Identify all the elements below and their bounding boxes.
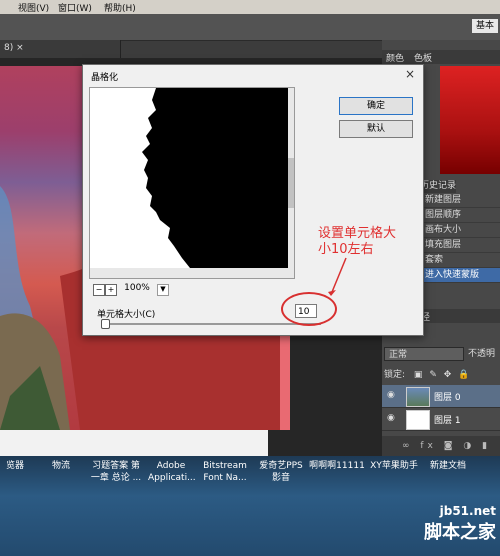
- annotation-text: 设置单元格大小10左右: [318, 226, 397, 257]
- taskbar-item[interactable]: XY苹果助手: [368, 460, 420, 472]
- crystallize-dialog: 晶格化 × − + 100% ▼ 确定 默认 单元格大小(C) 10: [82, 64, 424, 336]
- options-bar: 基本: [0, 14, 500, 41]
- filter-preview[interactable]: [89, 87, 295, 279]
- history-item[interactable]: 画布大小: [420, 223, 500, 238]
- zoom-in-button[interactable]: +: [105, 284, 117, 296]
- history-item[interactable]: 新建图层: [420, 193, 500, 208]
- default-button[interactable]: 默认: [339, 120, 413, 138]
- taskbar-item[interactable]: 习题答案 第一章 总论 ...: [88, 460, 144, 484]
- lock-label: 锁定:: [384, 370, 406, 380]
- lock-brush-icon[interactable]: ✎: [429, 370, 437, 380]
- color-spectrum[interactable]: [440, 66, 500, 174]
- cell-size-slider-track[interactable]: [101, 323, 321, 325]
- opacity-label: 不透明: [468, 349, 496, 359]
- trash-icon[interactable]: ▮: [482, 441, 491, 451]
- taskbar-item[interactable]: 啊啊啊11111: [308, 460, 366, 472]
- preview-image: [90, 88, 288, 268]
- watermark: jb51.net 脚本之家: [336, 504, 496, 554]
- visibility-eye-icon[interactable]: ◉: [387, 413, 397, 423]
- taskbar-item[interactable]: 新建文档: [422, 460, 474, 472]
- menu-window[interactable]: 窗口(W): [58, 1, 92, 14]
- document-tab-label: 8) ×: [4, 43, 24, 53]
- menu-help[interactable]: 帮助(H): [104, 1, 136, 14]
- layer-name[interactable]: 图层 0: [434, 390, 461, 403]
- watermark-brand: 脚本之家: [424, 522, 496, 543]
- history-item[interactable]: 填充图层: [420, 238, 500, 253]
- lock-all-icon[interactable]: 🔒: [458, 370, 469, 380]
- fx-icon[interactable]: fx: [420, 441, 437, 451]
- cell-size-slider-thumb[interactable]: [101, 319, 110, 329]
- zoom-dropdown-icon[interactable]: ▼: [157, 284, 169, 296]
- menu-view[interactable]: 视图(V): [18, 1, 49, 14]
- close-icon[interactable]: ×: [403, 67, 417, 81]
- blend-mode-select[interactable]: 正常: [384, 347, 464, 361]
- ok-button[interactable]: 确定: [339, 97, 413, 115]
- taskbar-item[interactable]: 爱奇艺PPS 影音: [256, 460, 306, 484]
- taskbar-item[interactable]: Bitstream Font Na...: [200, 460, 250, 484]
- tab-history[interactable]: 历史记录: [420, 180, 456, 193]
- lock-pixels-icon[interactable]: ▣: [414, 370, 423, 380]
- history-item-active[interactable]: 进入快速蒙版: [420, 268, 500, 283]
- history-item[interactable]: 套索: [420, 253, 500, 268]
- lock-row: 锁定: ▣ ✎ ✥ 🔒: [384, 367, 500, 380]
- tab-color[interactable]: 颜色: [386, 51, 404, 64]
- workspace-button[interactable]: 基本: [472, 19, 498, 33]
- visibility-eye-icon[interactable]: ◉: [387, 390, 397, 400]
- layer-thumbnail: [406, 387, 430, 407]
- dialog-title: 晶格化: [91, 73, 119, 83]
- adjustment-icon[interactable]: ◑: [463, 441, 475, 451]
- layer-row[interactable]: ◉ 图层 1: [382, 408, 500, 431]
- layer-row[interactable]: ◉ 图层 0: [382, 385, 500, 408]
- layer-thumbnail: [406, 410, 430, 430]
- watermark-url: jb51.net: [439, 504, 496, 518]
- link-icon[interactable]: ∞: [402, 441, 414, 451]
- lock-position-icon[interactable]: ✥: [444, 370, 452, 380]
- tab-swatches[interactable]: 色板: [414, 51, 432, 64]
- mask-icon[interactable]: ◙: [444, 441, 457, 451]
- taskbar-item[interactable]: Adobe Applicati...: [148, 460, 196, 484]
- color-panel-tabs: 颜色 色板: [382, 50, 500, 64]
- preview-hscrollbar[interactable]: [90, 268, 294, 278]
- document-tab[interactable]: 8) ×: [0, 40, 121, 58]
- annotation-arrow-icon: [328, 257, 347, 296]
- zoom-level: 100%: [124, 283, 150, 293]
- history-item[interactable]: 图层顺序: [420, 208, 500, 223]
- layers-bottom-bar: ∞ fx ◙ ◑ ▮: [382, 436, 500, 456]
- menu-bar: 视图(V) 窗口(W) 帮助(H): [0, 0, 500, 14]
- taskbar-item[interactable]: 物流: [46, 460, 76, 472]
- canvas-white-strip: [0, 430, 268, 456]
- zoom-out-button[interactable]: −: [93, 284, 105, 296]
- layer-name[interactable]: 图层 1: [434, 413, 461, 426]
- annotation-ellipse: [281, 292, 337, 326]
- preview-vscroll-thumb[interactable]: [288, 158, 294, 208]
- taskbar-item[interactable]: 览器: [0, 460, 30, 472]
